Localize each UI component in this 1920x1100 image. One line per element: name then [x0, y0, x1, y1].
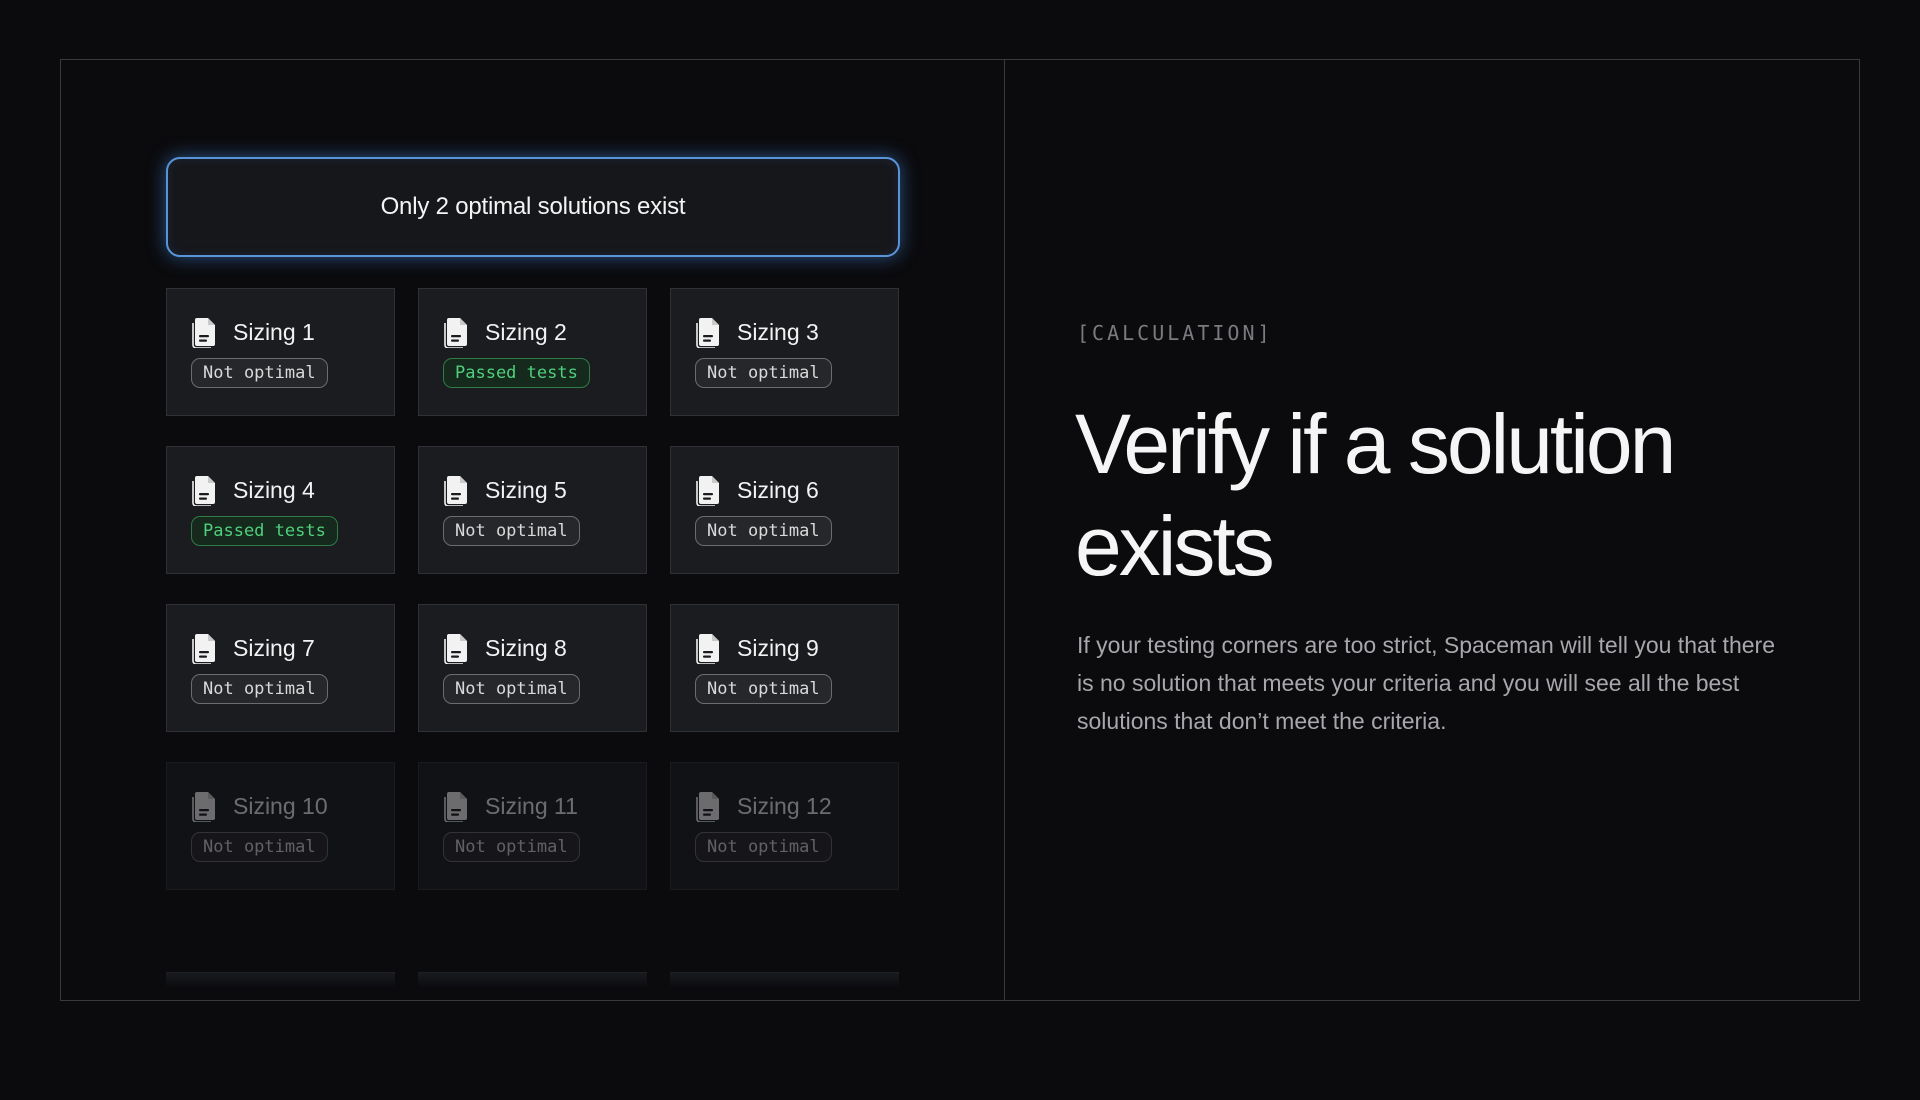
faded-card-edges: [166, 972, 900, 988]
sizing-card[interactable]: Sizing 8 Not optimal: [418, 604, 647, 732]
sizing-title: Sizing 9: [737, 634, 819, 661]
sizing-title: Sizing 1: [233, 318, 315, 345]
sizing-title: Sizing 5: [485, 476, 567, 503]
status-badge: Not optimal: [695, 674, 832, 704]
sizing-title: Sizing 6: [737, 476, 819, 503]
document-icon: [696, 476, 719, 506]
sizing-title: Sizing 7: [233, 634, 315, 661]
banner-text: Only 2 optimal solutions exist: [380, 193, 686, 220]
status-badge: Not optimal: [695, 832, 832, 862]
sizing-card[interactable]: Sizing 11 Not optimal: [418, 762, 647, 890]
sizing-card[interactable]: Sizing 1 Not optimal: [166, 288, 395, 416]
status-badge: Passed tests: [191, 516, 338, 546]
document-icon: [696, 318, 719, 348]
sizing-card[interactable]: Sizing 10 Not optimal: [166, 762, 395, 890]
status-badge: Not optimal: [443, 674, 580, 704]
sizing-title: Sizing 2: [485, 318, 567, 345]
sizing-card[interactable]: Sizing 12 Not optimal: [670, 762, 899, 890]
faded-card-edge: [166, 972, 395, 988]
document-icon: [444, 476, 467, 506]
document-icon: [444, 318, 467, 348]
solutions-panel: Only 2 optimal solutions exist Sizing 1 …: [61, 60, 1005, 1000]
status-badge: Not optimal: [191, 832, 328, 862]
sizing-card[interactable]: Sizing 7 Not optimal: [166, 604, 395, 732]
sizing-grid: Sizing 1 Not optimal Sizing 2 Passed tes…: [166, 288, 900, 890]
sizing-title: Sizing 10: [233, 792, 328, 819]
document-icon: [192, 792, 215, 822]
status-badge: Not optimal: [695, 516, 832, 546]
document-icon: [444, 792, 467, 822]
document-icon: [192, 318, 215, 348]
sizing-title: Sizing 8: [485, 634, 567, 661]
status-badge: Not optimal: [191, 358, 328, 388]
document-icon: [696, 634, 719, 664]
sizing-title: Sizing 11: [485, 792, 578, 819]
sizing-card[interactable]: Sizing 2 Passed tests: [418, 288, 647, 416]
sizing-card[interactable]: Sizing 4 Passed tests: [166, 446, 395, 574]
section-headline: Verify if a solution exists: [1075, 397, 1676, 593]
document-icon: [444, 634, 467, 664]
document-icon: [192, 476, 215, 506]
faded-card-edge: [670, 972, 899, 988]
status-badge: Passed tests: [443, 358, 590, 388]
document-icon: [696, 792, 719, 822]
status-badge: Not optimal: [443, 832, 580, 862]
sizing-card[interactable]: Sizing 9 Not optimal: [670, 604, 899, 732]
sizing-title: Sizing 4: [233, 476, 315, 503]
status-badge: Not optimal: [191, 674, 328, 704]
faded-card-edge: [418, 972, 647, 988]
document-icon: [192, 634, 215, 664]
sizing-card[interactable]: Sizing 6 Not optimal: [670, 446, 899, 574]
sizing-card[interactable]: Sizing 3 Not optimal: [670, 288, 899, 416]
sizing-title: Sizing 12: [737, 792, 832, 819]
status-badge: Not optimal: [695, 358, 832, 388]
sizing-title: Sizing 3: [737, 318, 819, 345]
optimal-solutions-banner: Only 2 optimal solutions exist: [166, 157, 900, 257]
section-tag: [CALCULATION]: [1077, 321, 1273, 345]
status-badge: Not optimal: [443, 516, 580, 546]
sizing-card[interactable]: Sizing 5 Not optimal: [418, 446, 647, 574]
section-description: If your testing corners are too strict, …: [1077, 632, 1775, 734]
